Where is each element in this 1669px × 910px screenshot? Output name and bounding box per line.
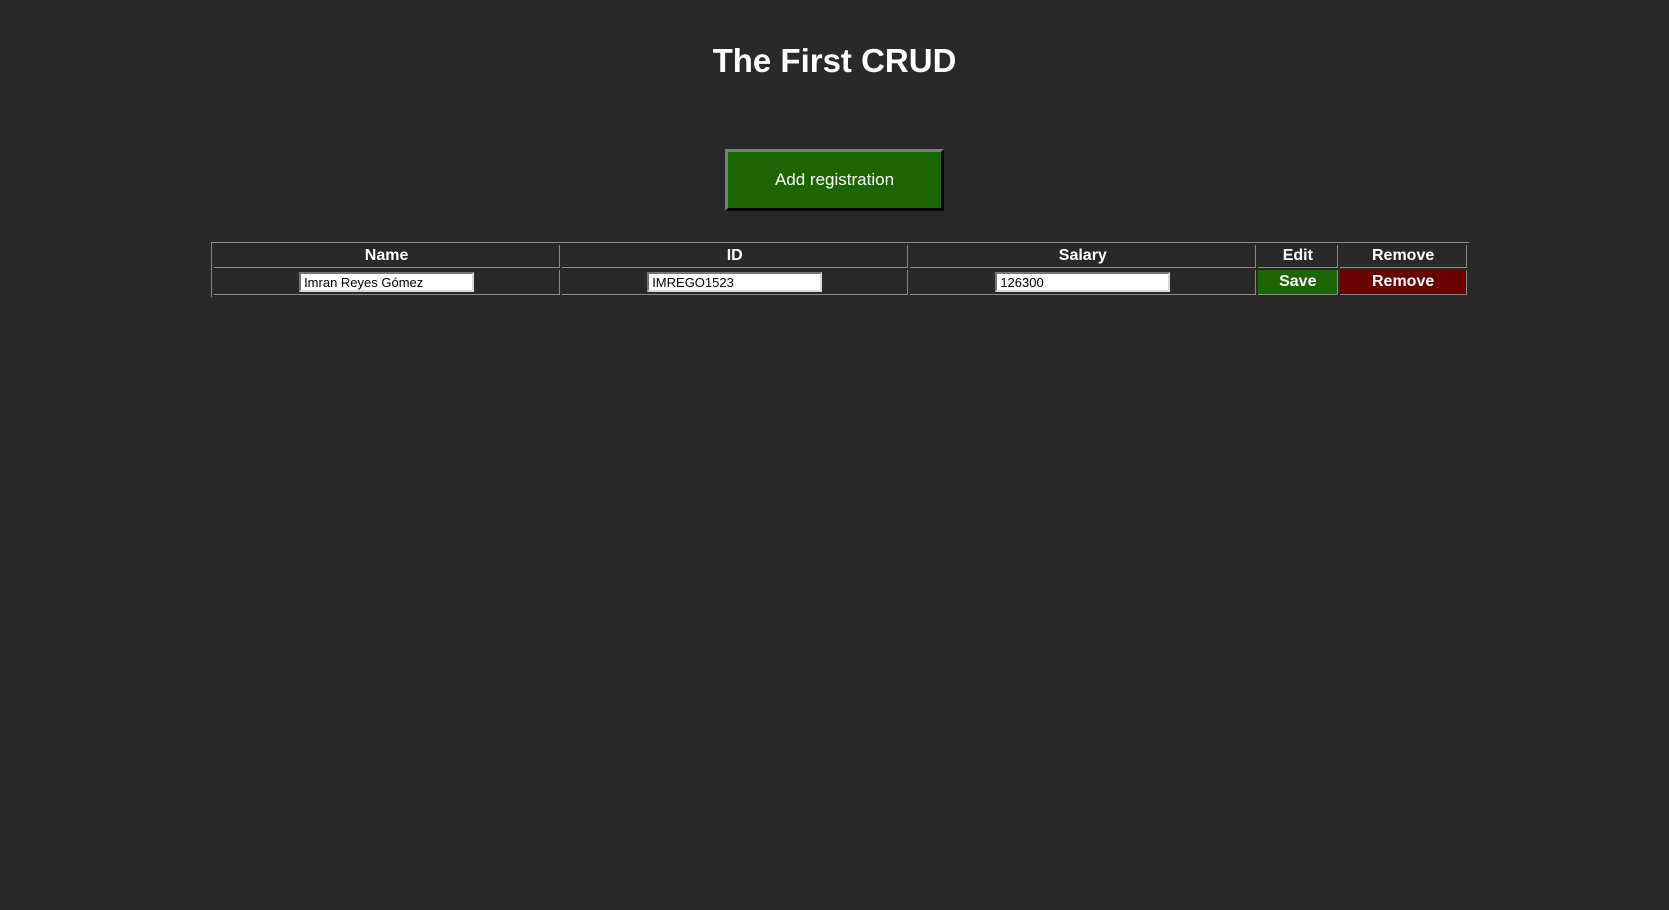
salary-input[interactable] [995, 272, 1171, 292]
registrations-table: Name ID Salary Edit Remove Save [211, 242, 1469, 297]
id-input[interactable] [647, 272, 823, 292]
id-cell [562, 270, 909, 295]
add-registration-button[interactable]: Add registration [725, 149, 944, 211]
page-title: The First CRUD [712, 42, 957, 79]
header-salary: Salary [910, 245, 1257, 268]
save-button[interactable]: Save [1258, 270, 1338, 294]
remove-button[interactable]: Remove [1340, 270, 1466, 294]
header-id: ID [562, 245, 909, 268]
header-edit: Edit [1258, 245, 1339, 268]
name-cell [214, 270, 561, 295]
header-name: Name [214, 245, 561, 268]
salary-cell [910, 270, 1257, 295]
edit-cell: Save [1258, 270, 1339, 295]
table-header-row: Name ID Salary Edit Remove [214, 245, 1467, 268]
remove-cell: Remove [1340, 270, 1467, 295]
page: The First CRUD Add registration Name ID … [0, 0, 1669, 910]
header-remove: Remove [1340, 245, 1467, 268]
table-row: Save Remove [214, 270, 1467, 295]
name-input[interactable] [299, 272, 475, 292]
